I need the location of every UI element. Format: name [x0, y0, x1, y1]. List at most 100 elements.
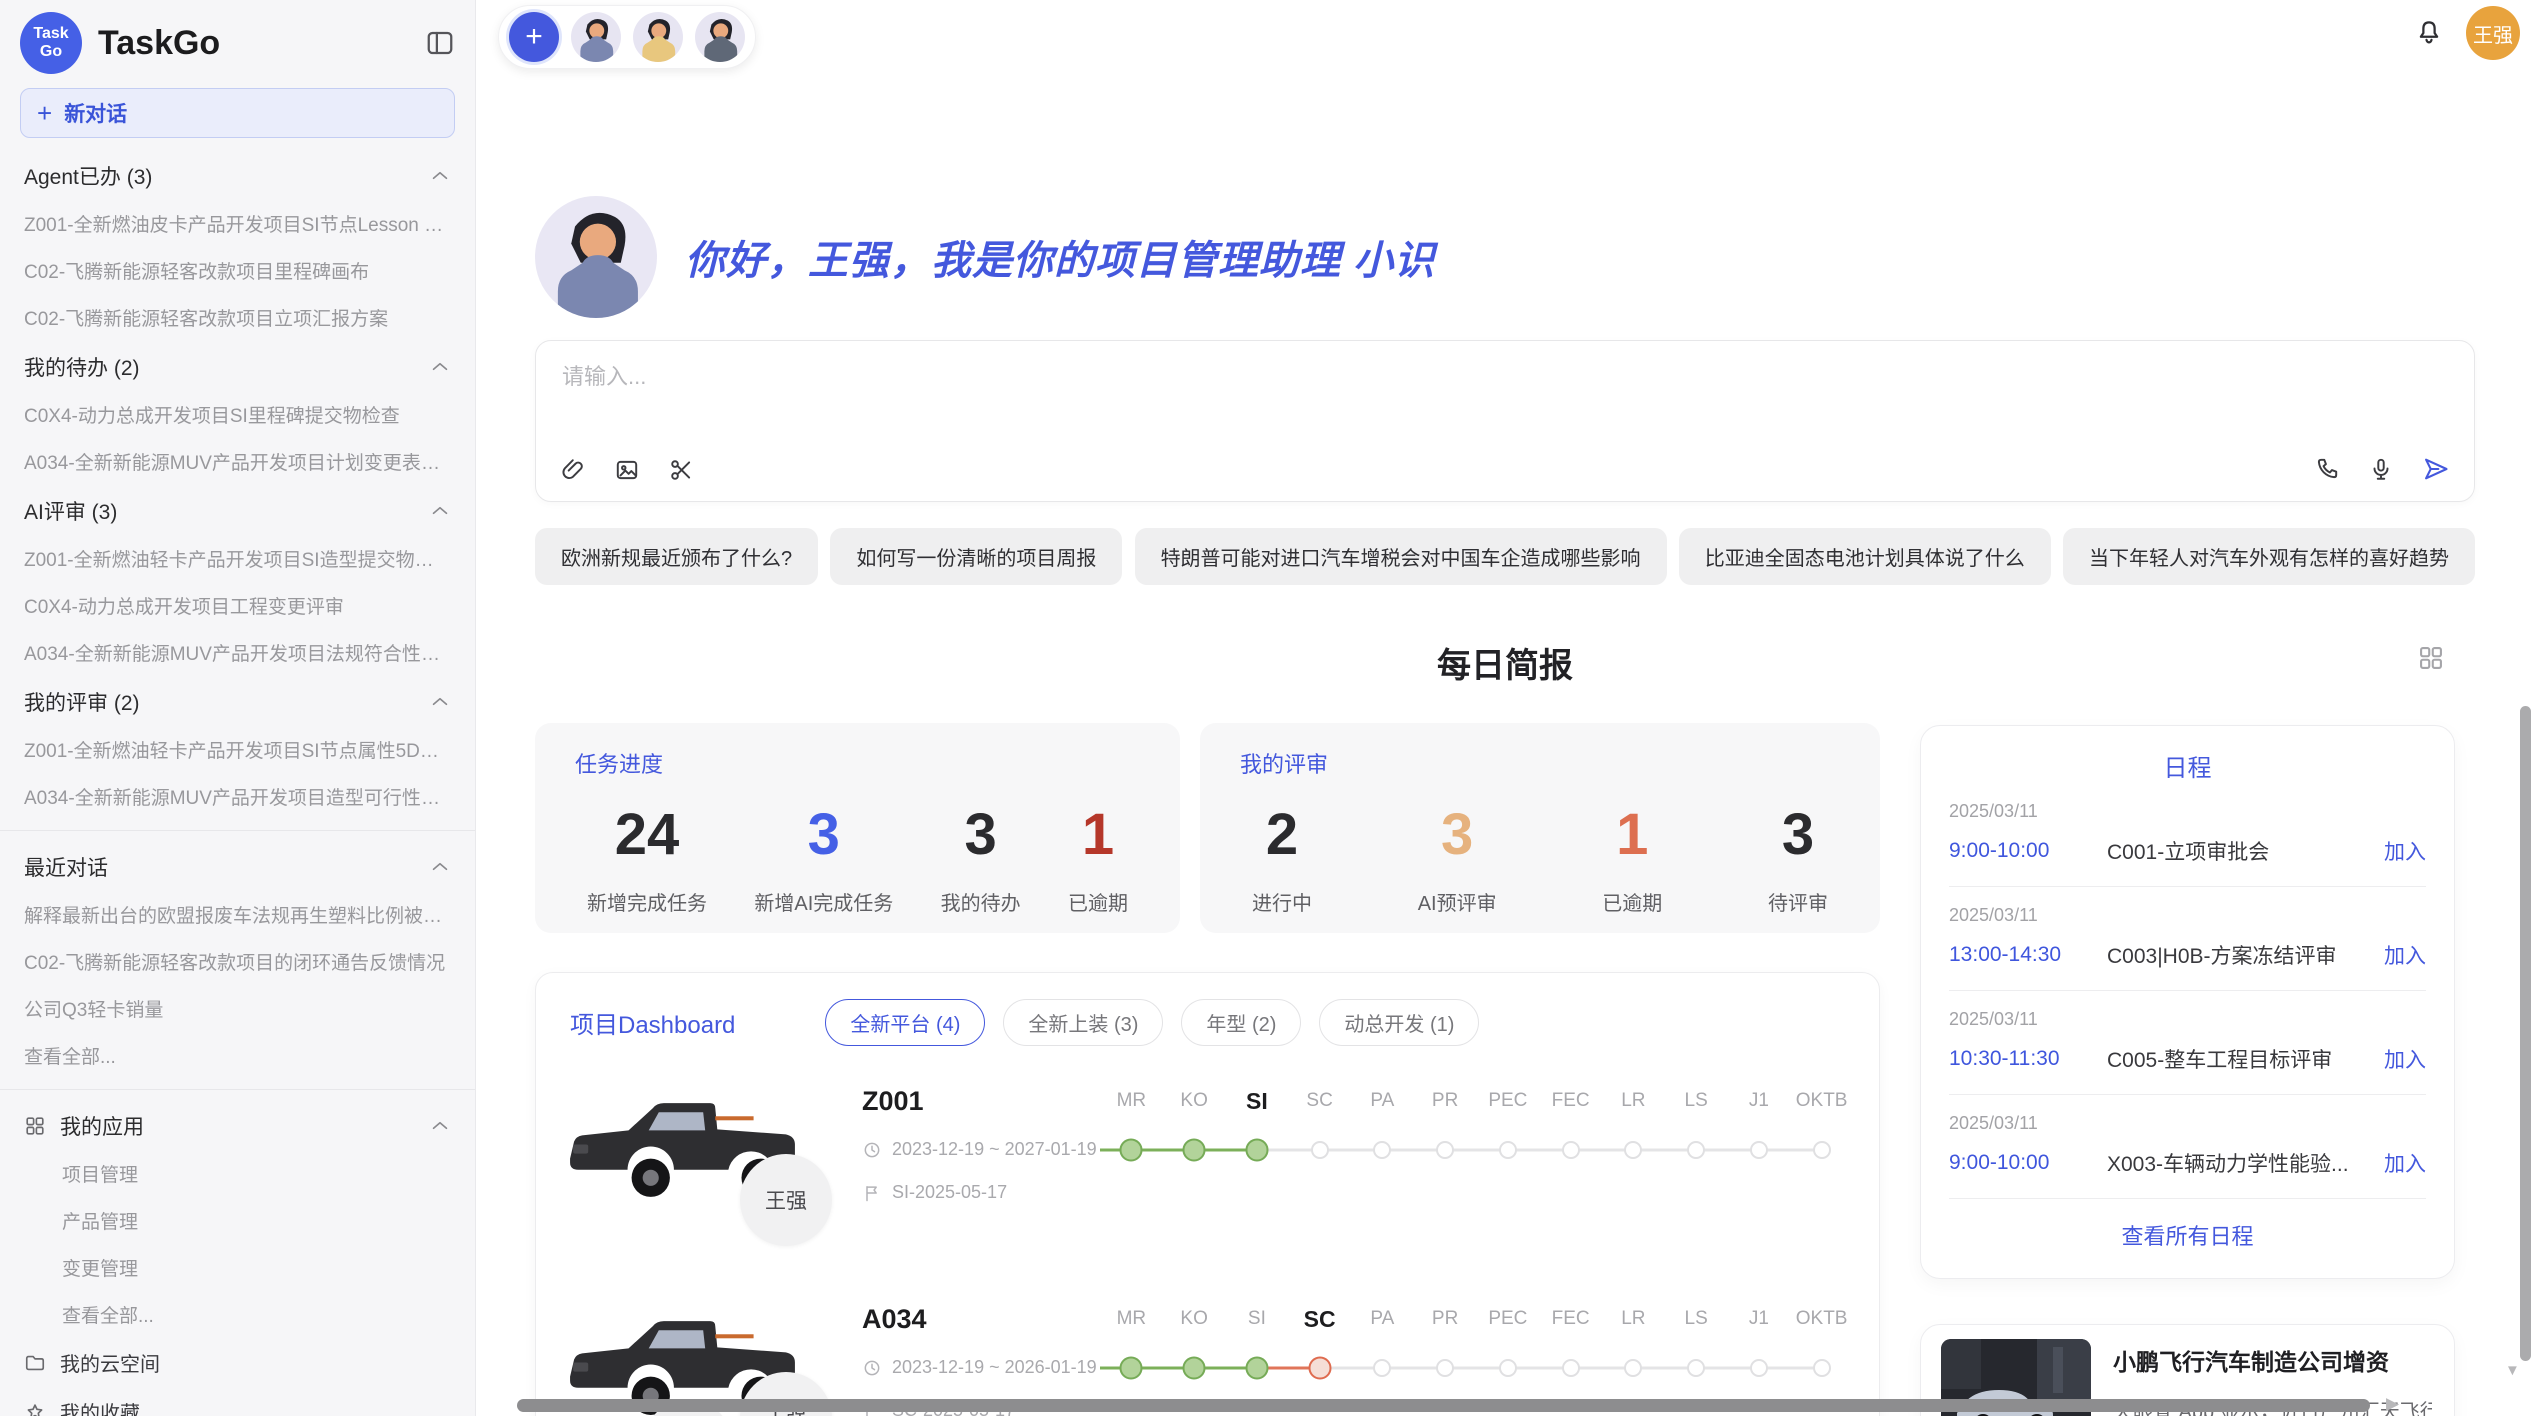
- notification-bell-icon[interactable]: [2414, 18, 2444, 48]
- scissors-icon[interactable]: [668, 457, 694, 483]
- milestone-date-label: SI-2025-05-17: [892, 1182, 1007, 1203]
- sidebar-item[interactable]: Z001-全新燃油轻卡产品开发项目SI节点属性5D文件评审: [0, 726, 475, 773]
- app-logo: Task Go: [20, 12, 82, 74]
- layout-grid-icon[interactable]: [2417, 644, 2445, 672]
- join-link[interactable]: 加入: [2384, 1148, 2426, 1178]
- stat-label: 进行中: [1252, 887, 1312, 916]
- join-link[interactable]: 加入: [2384, 1044, 2426, 1074]
- milestone-PR: PR: [1414, 1084, 1477, 1170]
- section-header-my-todo[interactable]: 我的待办 (2): [0, 341, 475, 391]
- join-link[interactable]: 加入: [2384, 836, 2426, 866]
- milestone-KO: KO: [1163, 1302, 1226, 1388]
- tab-new-platform[interactable]: 全新平台 (4): [825, 999, 985, 1046]
- tab-new-body[interactable]: 全新上装 (3): [1003, 999, 1163, 1046]
- my-apps-header[interactable]: 我的应用: [0, 1100, 475, 1150]
- milestone-J1: J1: [1728, 1084, 1791, 1170]
- suggestion-chip[interactable]: 比亚迪全固态电池计划具体说了什么: [1679, 528, 2051, 585]
- new-chat-button[interactable]: + 新对话: [20, 88, 455, 138]
- event-date: 2025/03/11: [1949, 905, 2426, 926]
- news-title: 小鹏飞行汽车制造公司增资: [2113, 1343, 2432, 1377]
- schedule-panel: 日程 2025/03/11 9:00-10:00 C001-立项审批会 加入 2…: [1920, 725, 2455, 1279]
- app-item-project-mgmt[interactable]: 项目管理: [0, 1150, 475, 1197]
- plus-icon: +: [37, 98, 52, 129]
- composer-right-tools: [2314, 455, 2450, 483]
- sidebar-item[interactable]: C0X4-动力总成开发项目SI里程碑提交物检查: [0, 391, 475, 438]
- section-header-ai-review[interactable]: AI评审 (3): [0, 485, 475, 535]
- sidebar-item-view-all[interactable]: 查看全部...: [0, 1032, 475, 1079]
- sidebar-item[interactable]: C0X4-动力总成开发项目工程变更评审: [0, 582, 475, 629]
- agent-avatar-1[interactable]: [571, 12, 621, 62]
- microphone-icon[interactable]: [2368, 456, 2394, 482]
- sidebar-section-ai-review: AI评审 (3) Z001-全新燃油轻卡产品开发项目SI造型提交物评审 C0X4…: [0, 485, 475, 676]
- chevron-up-icon: [429, 691, 451, 713]
- message-input[interactable]: [560, 357, 2450, 441]
- sidebar-item[interactable]: C02-飞腾新能源轻客改款项目里程碑画布: [0, 247, 475, 294]
- sidebar-item[interactable]: 公司Q3轻卡销量: [0, 985, 475, 1032]
- scroll-right-arrow-icon[interactable]: ▶: [2386, 1394, 2399, 1414]
- milestone-OKTB: OKTB: [1790, 1302, 1853, 1388]
- section-header-agent-done[interactable]: Agent已办 (3): [0, 150, 475, 200]
- suggestion-chip[interactable]: 如何写一份清晰的项目周报: [830, 528, 1122, 585]
- card-title: 任务进度: [575, 747, 1140, 779]
- sidebar-section-my-review: 我的评审 (2) Z001-全新燃油轻卡产品开发项目SI节点属性5D文件评审 A…: [0, 676, 475, 820]
- event-time: 9:00-10:00: [1949, 839, 2107, 863]
- milestone-FEC: FEC: [1539, 1084, 1602, 1170]
- sidebar-item[interactable]: Z001-全新燃油轻卡产品开发项目SI造型提交物评审: [0, 535, 475, 582]
- milestone-LR: LR: [1602, 1084, 1665, 1170]
- milestone-PEC: PEC: [1477, 1084, 1540, 1170]
- section-header-recent-chats[interactable]: 最近对话: [0, 841, 475, 891]
- milestone-timeline: MRKOSISCPAPRPECFECLRLSJ1OKTB: [1100, 1300, 1853, 1388]
- event-time: 9:00-10:00: [1949, 1151, 2107, 1175]
- my-cloud-label: 我的云空间: [60, 1348, 160, 1377]
- view-all-schedule-link[interactable]: 查看所有日程: [1921, 1199, 2454, 1251]
- user-avatar[interactable]: 王强: [2466, 6, 2520, 60]
- main-content: + 王强 你好，王强，我是你的项目管理助理 小识 欧洲新规最近颁布了什么? 如何…: [476, 0, 2532, 1416]
- sidebar-item[interactable]: A034-全新新能源MUV产品开发项目计划变更表编写: [0, 438, 475, 485]
- milestone-SC: SC: [1288, 1084, 1351, 1170]
- tab-powertrain[interactable]: 动总开发 (1): [1319, 999, 1479, 1046]
- agent-avatar-2[interactable]: [633, 12, 683, 62]
- sidebar-item[interactable]: Z001-全新燃油皮卡产品开发项目SI节点Lesson Learn报告: [0, 200, 475, 247]
- chevron-up-icon: [429, 165, 451, 187]
- add-agent-button[interactable]: +: [509, 12, 559, 62]
- sidebar-item[interactable]: A034-全新新能源MUV产品开发项目法规符合性评审: [0, 629, 475, 676]
- stat-label: 新增完成任务: [587, 887, 707, 916]
- project-milestone-date: SI-2025-05-17: [862, 1182, 1100, 1203]
- app-item-view-all[interactable]: 查看全部...: [0, 1291, 475, 1338]
- project-row-a034[interactable]: 王强 A034 2023-12-19 ~ 2026-01-19 SC-2025-…: [536, 1264, 1879, 1416]
- logo-text-top: Task: [33, 25, 68, 43]
- project-info: Z001 2023-12-19 ~ 2027-01-19 SI-2025-05-…: [862, 1082, 1100, 1203]
- milestone-SI: SI: [1226, 1302, 1289, 1388]
- suggestion-chip[interactable]: 当下年轻人对汽车外观有怎样的喜好趋势: [2063, 528, 2475, 585]
- sidebar-item[interactable]: C02-飞腾新能源轻客改款项目的闭环通告反馈情况: [0, 938, 475, 985]
- my-favorites[interactable]: 我的收藏: [0, 1387, 475, 1416]
- event-title: C001-立项审批会: [2107, 836, 2370, 866]
- suggestion-chip[interactable]: 特朗普可能对进口汽车增税会对中国车企造成哪些影响: [1135, 528, 1667, 585]
- horizontal-scrollbar[interactable]: [517, 1399, 2370, 1412]
- sidebar-section-my-todo: 我的待办 (2) C0X4-动力总成开发项目SI里程碑提交物检查 A034-全新…: [0, 341, 475, 485]
- section-title: Agent已办 (3): [24, 161, 152, 191]
- section-header-my-review[interactable]: 我的评审 (2): [0, 676, 475, 726]
- attachment-icon[interactable]: [560, 457, 586, 483]
- my-apps-title: 我的应用: [60, 1111, 144, 1141]
- divider: [0, 830, 475, 831]
- collapse-sidebar-icon[interactable]: [425, 28, 455, 58]
- sidebar-item[interactable]: 解释最新出台的欧盟报废车法规再生塑料比例被调至15%...: [0, 891, 475, 938]
- sidebar-item[interactable]: A034-全新新能源MUV产品开发项目造型可行性评审: [0, 773, 475, 820]
- suggestion-chip[interactable]: 欧洲新规最近颁布了什么?: [535, 528, 818, 585]
- agent-avatar-3[interactable]: [695, 12, 745, 62]
- join-link[interactable]: 加入: [2384, 940, 2426, 970]
- send-icon[interactable]: [2422, 455, 2450, 483]
- app-title: TaskGo: [98, 24, 409, 63]
- suggestion-chips: 欧洲新规最近颁布了什么? 如何写一份清晰的项目周报 特朗普可能对进口汽车增税会对…: [535, 528, 2475, 585]
- scroll-down-arrow-icon[interactable]: ▼: [2505, 1362, 2520, 1379]
- app-item-change-mgmt[interactable]: 变更管理: [0, 1244, 475, 1291]
- vertical-scrollbar[interactable]: [2520, 706, 2531, 1361]
- project-row-z001[interactable]: 王强 Z001 2023-12-19 ~ 2027-01-19 SI-2025-…: [536, 1046, 1879, 1264]
- phone-icon[interactable]: [2314, 456, 2340, 482]
- image-icon[interactable]: [614, 457, 640, 483]
- app-item-product-mgmt[interactable]: 产品管理: [0, 1197, 475, 1244]
- sidebar-item[interactable]: C02-飞腾新能源轻客改款项目立项汇报方案: [0, 294, 475, 341]
- my-cloud-space[interactable]: 我的云空间: [0, 1338, 475, 1387]
- tab-year-model[interactable]: 年型 (2): [1181, 999, 1301, 1046]
